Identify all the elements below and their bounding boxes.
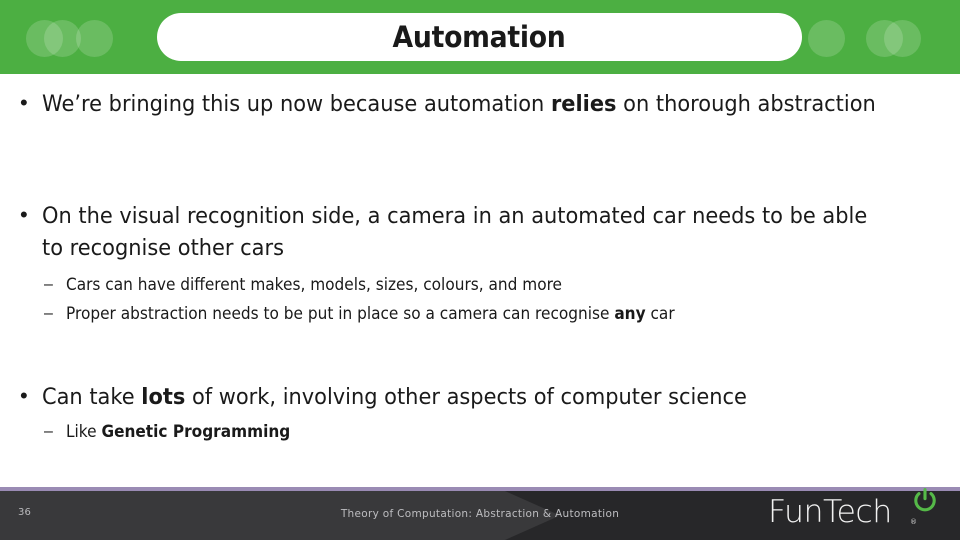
sub-bullet-text-segment-bold: any — [614, 304, 646, 323]
logo-wordmark: FunTech — [768, 494, 892, 530]
sub-bullet-text: Proper abstraction needs to be put in pl… — [66, 302, 883, 326]
decorative-circle-icon — [884, 20, 921, 57]
sub-bullet-item: – Proper abstraction needs to be put in … — [44, 302, 944, 326]
bullet-item: • Can take lots of work, involving other… — [18, 381, 946, 413]
sub-bullet-text-segment-bold: Genetic Programming — [101, 422, 291, 441]
sub-bullet-text: Like Genetic Programming — [66, 420, 883, 444]
title-pill: Automation — [157, 13, 802, 61]
bullet-marker: • — [20, 383, 28, 408]
funtech-logo: FunTech ® — [762, 488, 952, 540]
bullet-text-segment-bold: relies — [550, 91, 617, 117]
page-title: Automation — [392, 19, 566, 54]
sub-bullet-text-segment: car — [645, 304, 675, 323]
bullet-item: • On the visual recognition side, a came… — [18, 200, 946, 264]
bullet-text-segment: on thorough abstraction — [616, 91, 876, 117]
bullet-marker: • — [20, 202, 28, 227]
sub-bullet-text-segment: Proper abstraction needs to be put in pl… — [66, 304, 615, 323]
decorative-circle-icon — [76, 20, 113, 57]
header-band: Automation — [0, 0, 960, 74]
sub-bullet-item: – Like Genetic Programming — [44, 420, 944, 444]
registered-trademark-icon: ® — [910, 518, 917, 526]
slide: Automation • We’re bringing this up now … — [0, 0, 960, 540]
bullet-text: We’re bringing this up now because autom… — [42, 88, 883, 120]
bullet-text-segment: of work, involving other aspects of comp… — [185, 384, 747, 410]
power-icon — [914, 488, 936, 512]
bullet-text-segment: Can take — [42, 384, 142, 410]
sub-bullet-marker: – — [44, 423, 53, 440]
sub-bullet-text-segment: Like — [66, 422, 102, 441]
sub-bullet-marker: – — [44, 305, 53, 322]
decorative-circle-icon — [808, 20, 845, 57]
bullet-text: On the visual recognition side, a camera… — [42, 203, 868, 261]
bullet-text-segment-bold: lots — [141, 384, 186, 410]
sub-bullet-text: Cars can have different makes, models, s… — [66, 275, 562, 294]
bullet-text-segment: We’re bringing this up now because autom… — [42, 91, 551, 117]
bullet-item: • We’re bringing this up now because aut… — [18, 88, 946, 120]
slide-body: • We’re bringing this up now because aut… — [0, 74, 960, 487]
sub-bullet-item: – Cars can have different makes, models,… — [44, 273, 944, 297]
sub-bullet-marker: – — [44, 276, 53, 293]
bullet-text: Can take lots of work, involving other a… — [42, 381, 883, 413]
bullet-marker: • — [20, 90, 28, 115]
